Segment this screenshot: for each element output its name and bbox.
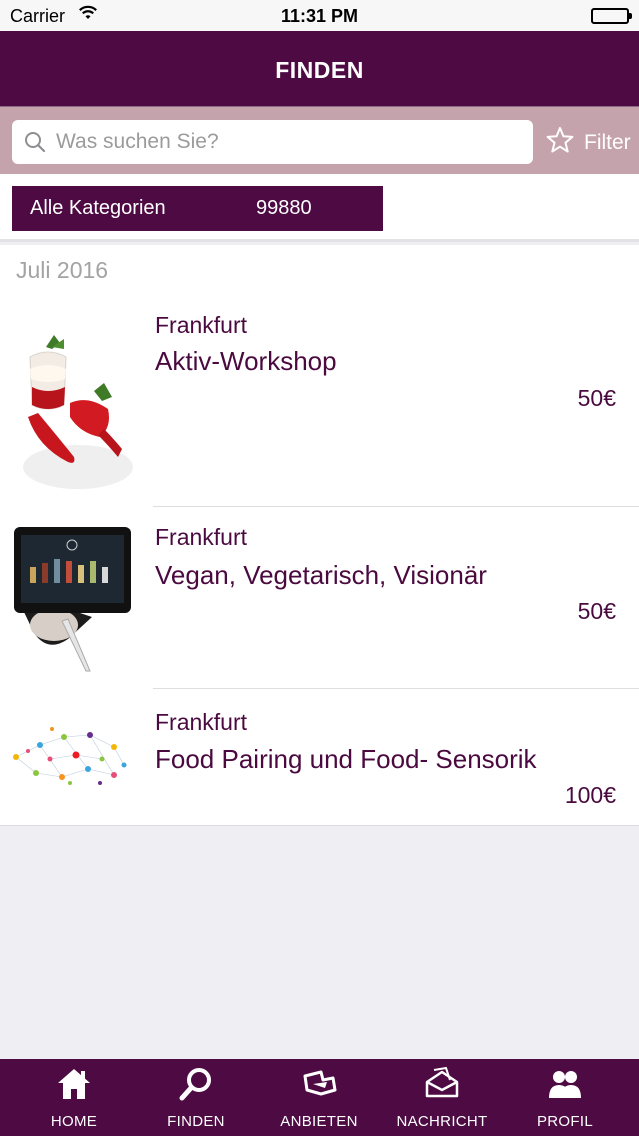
- tablet-image: [8, 521, 134, 681]
- tab-anbieten[interactable]: ANBIETEN: [259, 1059, 379, 1136]
- item-title: Vegan, Vegetarisch, Visionär: [155, 560, 487, 590]
- profile-icon: [505, 1066, 625, 1102]
- search-input[interactable]: [56, 126, 516, 158]
- tab-home[interactable]: HOME: [14, 1059, 134, 1136]
- tab-label: HOME: [50, 1113, 98, 1130]
- item-price: 100€: [564, 782, 616, 808]
- tab-profil[interactable]: PROFIL: [505, 1059, 625, 1136]
- home-icon: [14, 1066, 134, 1102]
- category-selector[interactable]: Alle Kategorien 99880: [12, 186, 383, 231]
- status-bar: Carrier 11:31 PM: [0, 0, 639, 31]
- category-row: Alle Kategorien 99880: [0, 174, 639, 242]
- item-title: Aktiv-Workshop: [155, 346, 337, 376]
- item-city: Frankfurt: [155, 709, 248, 735]
- tab-label: PROFIL: [537, 1113, 593, 1130]
- category-count: 99880: [256, 197, 312, 219]
- tab-label: ANBIETEN: [280, 1113, 358, 1130]
- list-item[interactable]: Frankfurt Aktiv-Workshop 50€: [0, 297, 639, 507]
- item-title: Food Pairing und Food- Sensorik: [155, 744, 537, 774]
- filter-label: Filter: [584, 131, 631, 154]
- category-label: Alle Kategorien: [30, 197, 166, 219]
- item-price: 50€: [577, 598, 616, 624]
- page-title: FINDEN: [275, 57, 364, 83]
- tab-label: FINDEN: [167, 1113, 225, 1130]
- tab-label: NACHRICHT: [396, 1113, 488, 1130]
- item-city: Frankfurt: [155, 524, 248, 550]
- filter-button[interactable]: Filter: [546, 124, 639, 158]
- section-header: Juli 2016: [16, 257, 109, 283]
- item-city: Frankfurt: [155, 312, 248, 338]
- search-icon: [136, 1066, 256, 1102]
- tab-finden[interactable]: FINDEN: [136, 1059, 256, 1136]
- offer-icon: [259, 1066, 379, 1102]
- clock: 11:31 PM: [280, 6, 359, 26]
- search-icon: [24, 131, 46, 158]
- search-bar: Filter: [0, 107, 639, 174]
- network-image: [6, 717, 132, 797]
- list-item[interactable]: Frankfurt Food Pairing und Food- Sensori…: [0, 689, 639, 825]
- event-list: Juli 2016 Frankfurt Aktiv-Workshop 50€ F…: [0, 245, 639, 826]
- dessert-image: [8, 317, 134, 493]
- tab-nachricht[interactable]: NACHRICHT: [382, 1059, 502, 1136]
- message-icon: [382, 1066, 502, 1102]
- battery-icon: [591, 8, 632, 24]
- star-icon: [546, 126, 574, 160]
- item-price: 50€: [577, 385, 616, 411]
- search-box[interactable]: [12, 120, 533, 164]
- tab-bar: HOME FINDEN ANBIETEN NACHRICHT PROFIL: [0, 1059, 639, 1136]
- list-item[interactable]: Frankfurt Vegan, Vegetarisch, Visionär 5…: [0, 507, 639, 689]
- navigation-bar: FINDEN: [0, 31, 639, 107]
